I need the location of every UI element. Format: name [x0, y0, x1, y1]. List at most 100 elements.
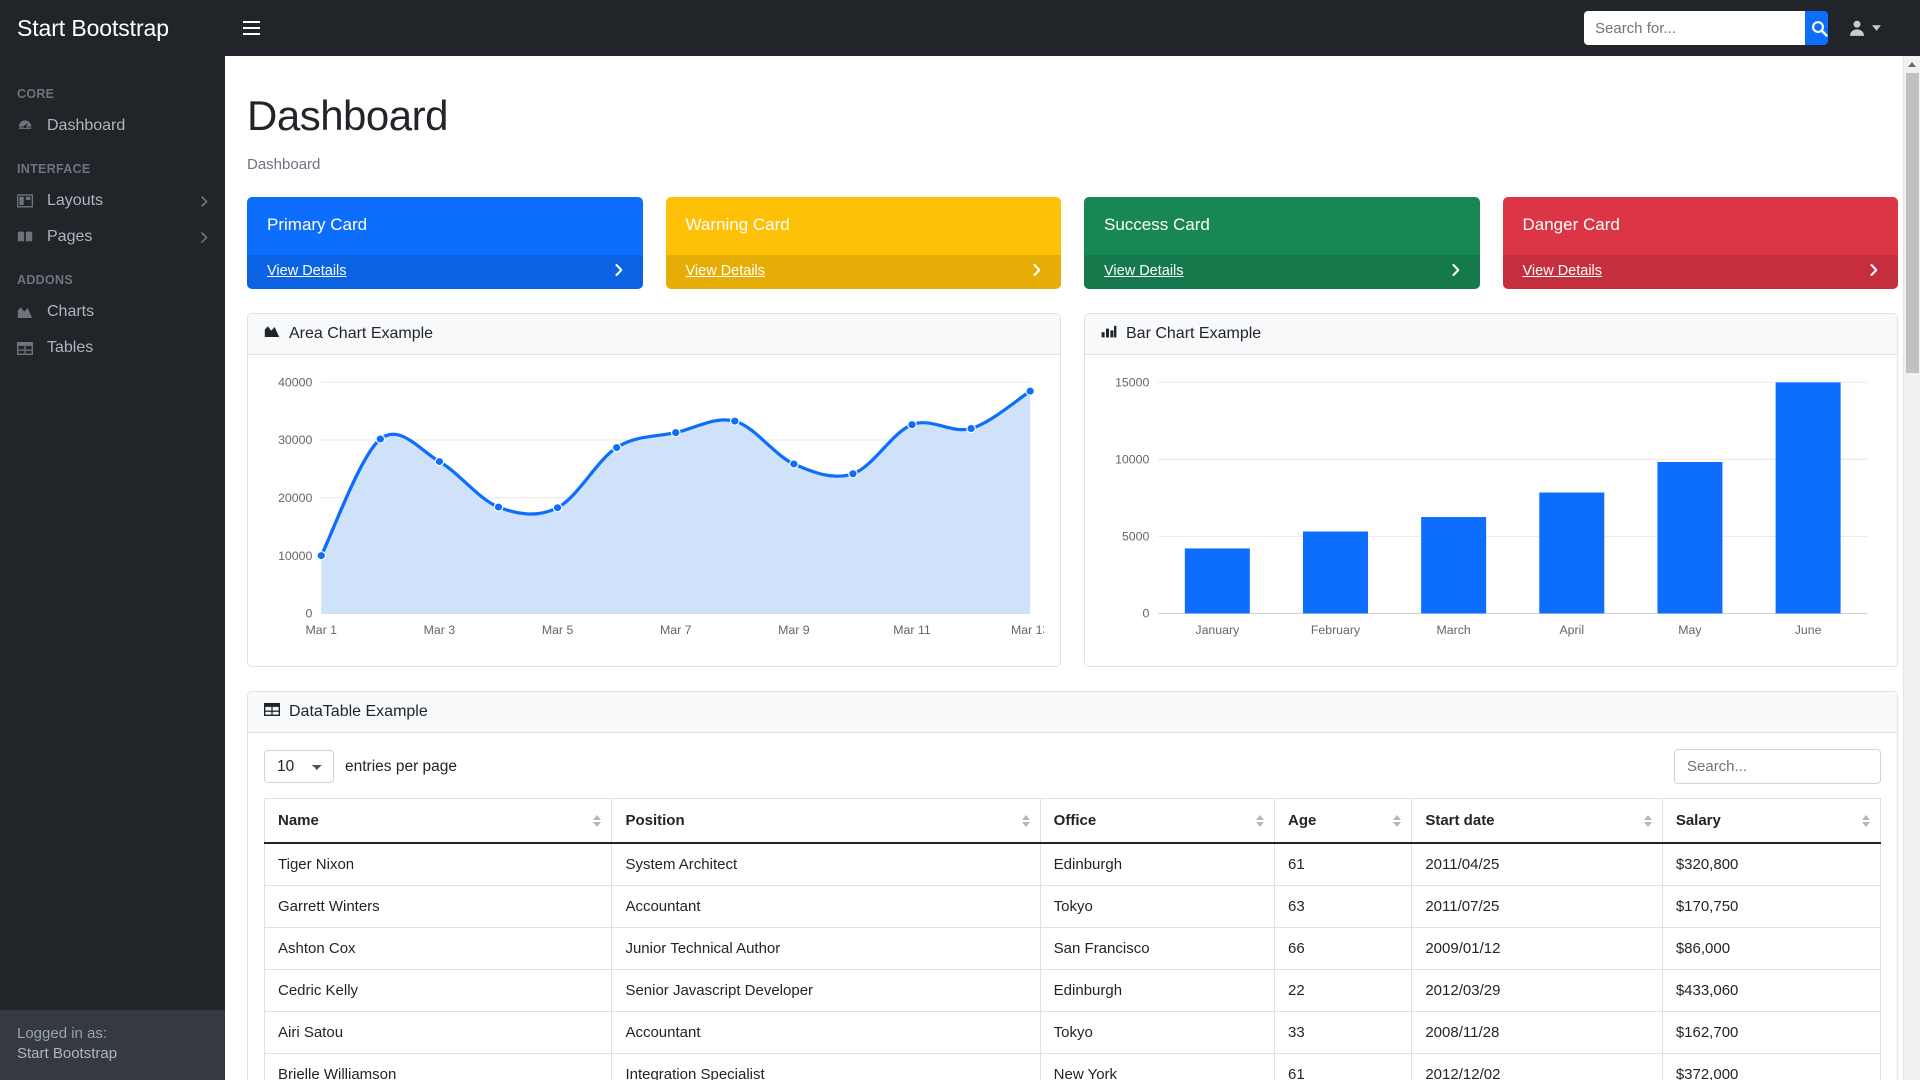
svg-text:Mar 3: Mar 3	[424, 623, 456, 637]
stat-card-footer-link[interactable]: View Details	[1084, 255, 1480, 289]
sidebar-item-dashboard[interactable]: Dashboard	[0, 108, 225, 144]
user-menu[interactable]	[1848, 19, 1881, 37]
hamburger-icon[interactable]	[233, 12, 269, 44]
svg-text:0: 0	[306, 607, 313, 621]
table-column-header[interactable]: Office	[1040, 799, 1274, 844]
breadcrumb: Dashboard	[247, 156, 1898, 173]
table-column-header[interactable]: Start date	[1412, 799, 1662, 844]
stat-card-danger: Danger Card View Details	[1503, 197, 1899, 289]
columns-icon	[17, 194, 39, 208]
table-cell: 66	[1274, 928, 1411, 970]
brand-title[interactable]: Start Bootstrap	[0, 15, 225, 42]
stat-card-title: Success Card	[1084, 197, 1480, 255]
page-scrollbar[interactable]	[1903, 56, 1920, 1080]
app-shell: Core Dashboard Interface	[0, 56, 1920, 1080]
sort-arrows-icon	[1644, 815, 1652, 827]
sort-arrows-icon	[1022, 815, 1030, 827]
entries-per-page-select[interactable]: 102550100	[264, 750, 334, 783]
svg-text:10000: 10000	[1115, 453, 1150, 467]
stat-card-footer-link[interactable]: View Details	[247, 255, 643, 289]
datatable-search-input[interactable]	[1674, 749, 1881, 784]
table-column-label: Salary	[1676, 812, 1721, 829]
view-details-link[interactable]: View Details	[686, 263, 766, 279]
sort-arrows-icon	[1862, 815, 1870, 827]
scrollbar-thumb[interactable]	[1906, 73, 1919, 373]
svg-text:Mar 9: Mar 9	[778, 623, 810, 637]
table-column-label: Name	[278, 812, 319, 829]
svg-text:10000: 10000	[278, 549, 313, 563]
sidebar-item-pages[interactable]: Pages	[0, 219, 225, 255]
table-cell: Edinburgh	[1040, 970, 1274, 1012]
tachometer-icon	[17, 118, 39, 134]
svg-text:May: May	[1678, 623, 1701, 637]
table-cell: $320,800	[1662, 843, 1880, 886]
datatable-body: Tiger NixonSystem ArchitectEdinburgh6120…	[265, 843, 1881, 1080]
svg-text:February: February	[1311, 623, 1360, 637]
table-row: Tiger NixonSystem ArchitectEdinburgh6120…	[265, 843, 1881, 886]
table-icon	[17, 342, 39, 355]
table-cell: $433,060	[1662, 970, 1880, 1012]
table-cell: 2012/12/02	[1412, 1054, 1662, 1080]
table-cell: 2011/04/25	[1412, 843, 1662, 886]
svg-text:June: June	[1795, 623, 1822, 637]
table-cell: Tokyo	[1040, 886, 1274, 928]
view-details-link[interactable]: View Details	[1104, 263, 1184, 279]
stat-card-footer-link[interactable]: View Details	[1503, 255, 1899, 289]
user-icon	[1848, 19, 1866, 37]
area-chart-panel: Area Chart Example 010000200003000040000…	[247, 313, 1061, 667]
sort-arrows-icon	[593, 815, 601, 827]
sidebar-item-label: Layouts	[47, 192, 103, 210]
sidebar-item-label: Dashboard	[47, 117, 125, 135]
table-column-label: Office	[1054, 812, 1097, 829]
sort-arrows-icon	[1393, 815, 1401, 827]
scrollbar-up-arrow-icon[interactable]	[1904, 56, 1920, 73]
panel-title: Bar Chart Example	[1126, 325, 1261, 343]
chevron-right-icon	[201, 196, 208, 207]
table-cell: 22	[1274, 970, 1411, 1012]
table-cell: 2009/01/12	[1412, 928, 1662, 970]
svg-text:5000: 5000	[1122, 530, 1150, 544]
table-cell: $372,000	[1662, 1054, 1880, 1080]
table-cell: 63	[1274, 886, 1411, 928]
table-cell: 61	[1274, 1054, 1411, 1080]
table-icon	[264, 703, 280, 721]
table-column-header[interactable]: Age	[1274, 799, 1411, 844]
table-column-header[interactable]: Position	[612, 799, 1040, 844]
chevron-right-icon	[201, 232, 208, 243]
view-details-link[interactable]: View Details	[1523, 263, 1603, 279]
topbar-right-group	[1584, 11, 1903, 45]
datatable-head: Name Position Office Age Start date Salary	[265, 799, 1881, 844]
sidebar-item-label: Charts	[47, 303, 94, 321]
table-column-header[interactable]: Salary	[1662, 799, 1880, 844]
table-cell: San Francisco	[1040, 928, 1274, 970]
search-input[interactable]	[1584, 11, 1805, 45]
sidebar-item-tables[interactable]: Tables	[0, 330, 225, 366]
sidebar-item-charts[interactable]: Charts	[0, 294, 225, 330]
table-column-label: Age	[1288, 812, 1316, 829]
sidebar-item-layouts[interactable]: Layouts	[0, 183, 225, 219]
entries-per-page-label: entries per page	[345, 758, 457, 776]
table-row: Airi SatouAccountantTokyo332008/11/28$16…	[265, 1012, 1881, 1054]
table-cell: Garrett Winters	[265, 886, 612, 928]
sidebar-item-label: Tables	[47, 339, 93, 357]
book-open-icon	[17, 230, 39, 244]
bar-chart-panel-header: Bar Chart Example	[1085, 314, 1897, 355]
view-details-link[interactable]: View Details	[267, 263, 347, 279]
stat-card-success: Success Card View Details	[1084, 197, 1480, 289]
table-cell: Tokyo	[1040, 1012, 1274, 1054]
table-column-header[interactable]: Name	[265, 799, 612, 844]
table-cell: 2011/07/25	[1412, 886, 1662, 928]
svg-text:15000: 15000	[1115, 376, 1150, 390]
table-cell: 2008/11/28	[1412, 1012, 1662, 1054]
stat-card-title: Danger Card	[1503, 197, 1899, 255]
bar-chart: 050001000015000JanuaryFebruaryMarchApril…	[1101, 369, 1881, 656]
svg-text:Mar 11: Mar 11	[893, 623, 931, 637]
table-cell: Tiger Nixon	[265, 843, 612, 886]
table-cell: Airi Satou	[265, 1012, 612, 1054]
area-chart-panel-header: Area Chart Example	[248, 314, 1060, 355]
table-cell: Edinburgh	[1040, 843, 1274, 886]
bar-chart-body: 050001000015000JanuaryFebruaryMarchApril…	[1085, 355, 1897, 666]
search-button[interactable]	[1805, 11, 1828, 45]
stat-card-footer-link[interactable]: View Details	[666, 255, 1062, 289]
table-cell: System Architect	[612, 843, 1040, 886]
